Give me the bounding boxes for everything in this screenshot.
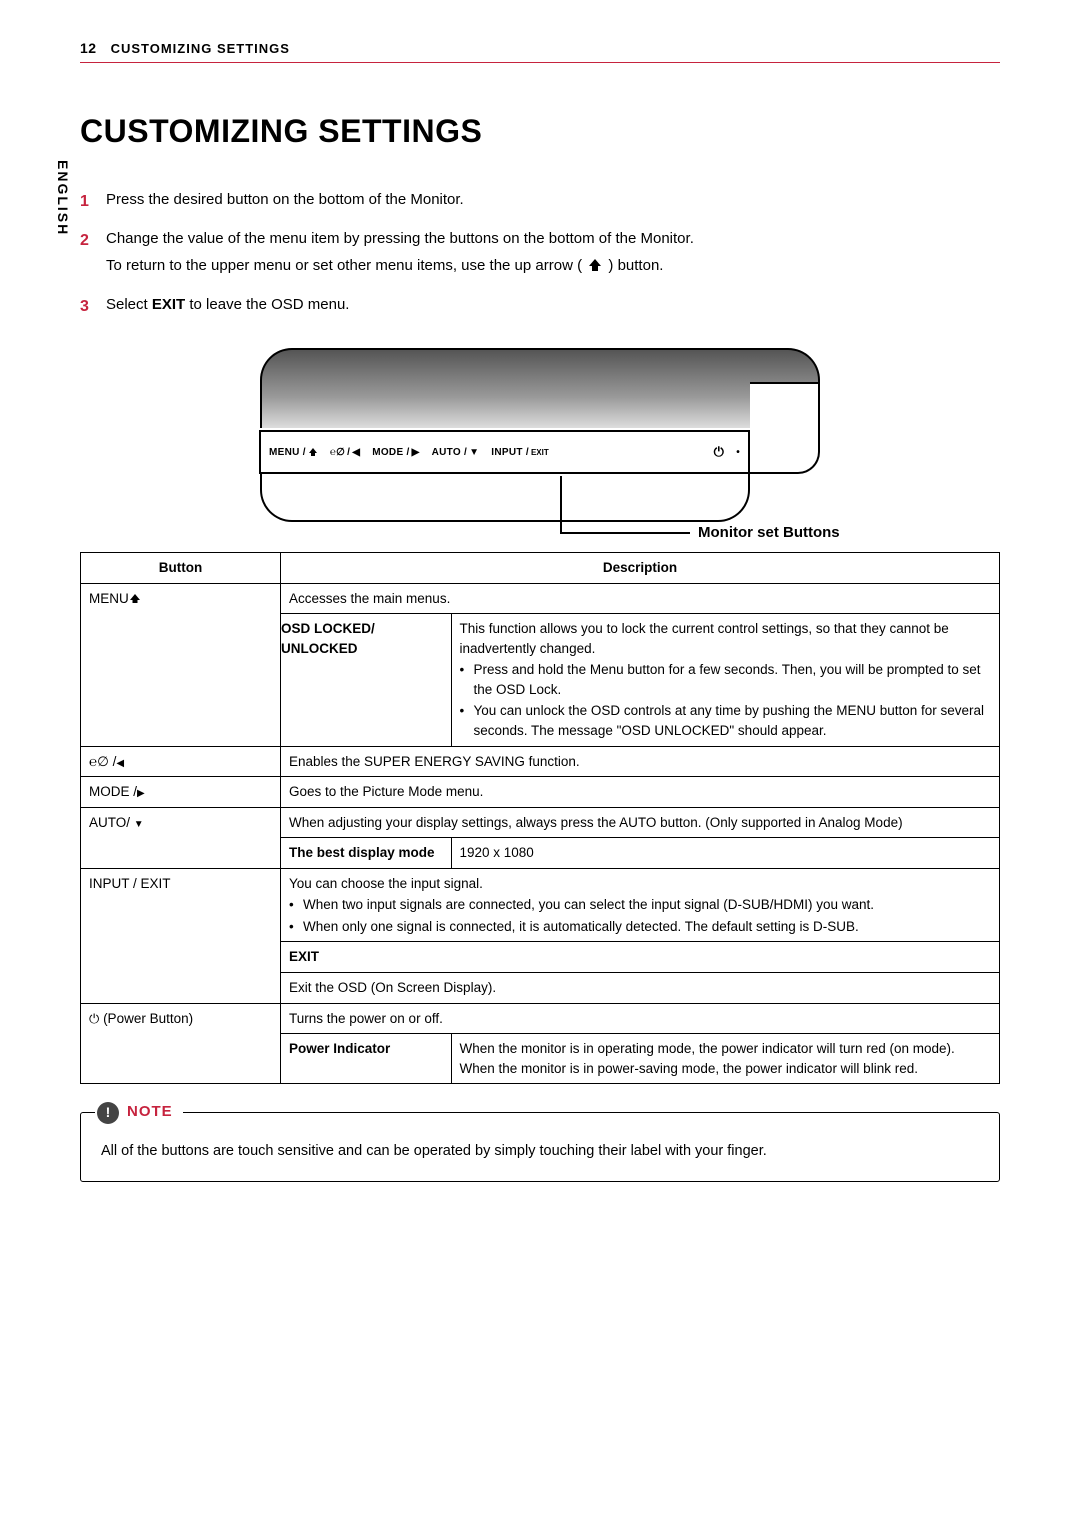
step-2: Change the value of the menu item by pre… <box>80 225 1000 279</box>
best-mode-value: 1920 x 1080 <box>451 838 999 868</box>
step-2-line2-pre: To return to the upper menu or set other… <box>106 257 582 274</box>
exit-label: EXIT <box>281 942 1000 973</box>
step-3-post: to leave the OSD menu. <box>185 296 349 313</box>
cell-desc-input: You can choose the input signal. When tw… <box>281 868 1000 942</box>
right-triangle-icon: ▶ <box>412 447 420 458</box>
power-icon: ⏻ <box>89 1011 99 1026</box>
leaf-icon: ℮∅ <box>89 754 109 769</box>
cell-desc-energy: Enables the SUPER ENERGY SAVING function… <box>281 746 1000 777</box>
leaf-icon: ℮∅ <box>330 447 345 458</box>
cell-btn-auto: AUTO/ ▼ <box>81 807 281 868</box>
table-row: ℮∅ /◀ Enables the SUPER ENERGY SAVING fu… <box>81 746 1000 777</box>
cell-desc-auto: When adjusting your display settings, al… <box>281 807 1000 838</box>
best-mode-label: The best display mode <box>281 838 451 868</box>
power-icon: ⏻ <box>714 444 725 460</box>
page-number: 12 <box>80 40 97 56</box>
up-arrow-icon <box>308 447 318 457</box>
buttons-table: Button Description MENU Accesses the mai… <box>80 552 1000 1084</box>
info-icon: ! <box>97 1102 119 1124</box>
osd-locked-label: OSD LOCKED/ UNLOCKED <box>281 614 451 745</box>
osd-bullet-1: Press and hold the Menu button for a few… <box>460 660 992 699</box>
left-triangle-icon: ◀ <box>116 758 124 769</box>
note-box: ! NOTE All of the buttons are touch sens… <box>80 1112 1000 1182</box>
table-row: INPUT / EXIT You can choose the input si… <box>81 868 1000 942</box>
btn-label-mode: MODE /▶ <box>372 447 419 458</box>
btn-label-auto: AUTO /▼ <box>432 447 480 458</box>
note-title: NOTE <box>127 1101 173 1124</box>
table-row: ⏻ (Power Button) Turns the power on or o… <box>81 1003 1000 1034</box>
btn-label-energy: ℮∅/◀ <box>330 447 360 458</box>
page-title: CUSTOMIZING SETTINGS <box>80 113 1000 150</box>
right-triangle-icon: ▶ <box>137 788 145 799</box>
steps-list: Press the desired button on the bottom o… <box>80 186 1000 318</box>
diagram-callout: Monitor set Buttons <box>698 524 840 541</box>
up-arrow-icon <box>586 255 604 271</box>
note-body: All of the buttons are touch sensitive a… <box>101 1141 979 1163</box>
exit-desc: Exit the OSD (On Screen Display). <box>281 973 1000 1004</box>
up-arrow-icon <box>129 593 141 604</box>
monitor-diagram: MENU / ℮∅/◀ MODE /▶ AUTO /▼ INPUT / EXIT… <box>80 348 1000 522</box>
step-3-pre: Select <box>106 296 152 313</box>
cell-btn-power: ⏻ (Power Button) <box>81 1003 281 1084</box>
step-2-line1: Change the value of the menu item by pre… <box>106 230 694 247</box>
cell-btn-energy: ℮∅ /◀ <box>81 746 281 777</box>
power-indicator-label: Power Indicator <box>281 1034 451 1083</box>
table-row: AUTO/ ▼ When adjusting your display sett… <box>81 807 1000 838</box>
power-indicator-desc: When the monitor is in operating mode, t… <box>451 1034 999 1083</box>
led-dot-icon: • <box>736 447 740 458</box>
cell-desc-mode: Goes to the Picture Mode menu. <box>281 777 1000 808</box>
down-triangle-icon: ▼ <box>134 819 144 830</box>
cell-btn-mode: MODE /▶ <box>81 777 281 808</box>
btn-label-input: INPUT / EXIT <box>491 447 548 458</box>
th-description: Description <box>281 553 1000 584</box>
cell-desc-power: Turns the power on or off. <box>281 1003 1000 1034</box>
down-triangle-icon: ▼ <box>469 447 479 458</box>
table-row: MODE /▶ Goes to the Picture Mode menu. <box>81 777 1000 808</box>
button-strip: MENU / ℮∅/◀ MODE /▶ AUTO /▼ INPUT / EXIT… <box>259 430 750 474</box>
th-button: Button <box>81 553 281 584</box>
btn-label-menu: MENU / <box>269 447 318 458</box>
step-3: Select EXIT to leave the OSD menu. <box>80 291 1000 318</box>
step-1: Press the desired button on the bottom o… <box>80 186 1000 213</box>
input-bullet-1: When two input signals are connected, yo… <box>289 895 991 915</box>
language-tab: ENGLISH <box>55 160 71 236</box>
header-title: CUSTOMIZING SETTINGS <box>111 41 290 56</box>
osd-bullet-2: You can unlock the OSD controls at any t… <box>460 701 992 740</box>
input-bullet-2: When only one signal is connected, it is… <box>289 917 991 937</box>
osd-locked-desc: This function allows you to lock the cur… <box>451 614 999 745</box>
step-3-exit: EXIT <box>152 296 185 313</box>
page-header: 12 CUSTOMIZING SETTINGS <box>80 40 1000 63</box>
cell-btn-menu: MENU <box>81 583 281 746</box>
step-2-line2-post: ) button. <box>608 257 663 274</box>
cell-btn-input: INPUT / EXIT <box>81 868 281 1003</box>
cell-desc-menu: Accesses the main menus. <box>281 583 1000 614</box>
table-row: MENU Accesses the main menus. <box>81 583 1000 614</box>
left-triangle-icon: ◀ <box>352 447 360 458</box>
